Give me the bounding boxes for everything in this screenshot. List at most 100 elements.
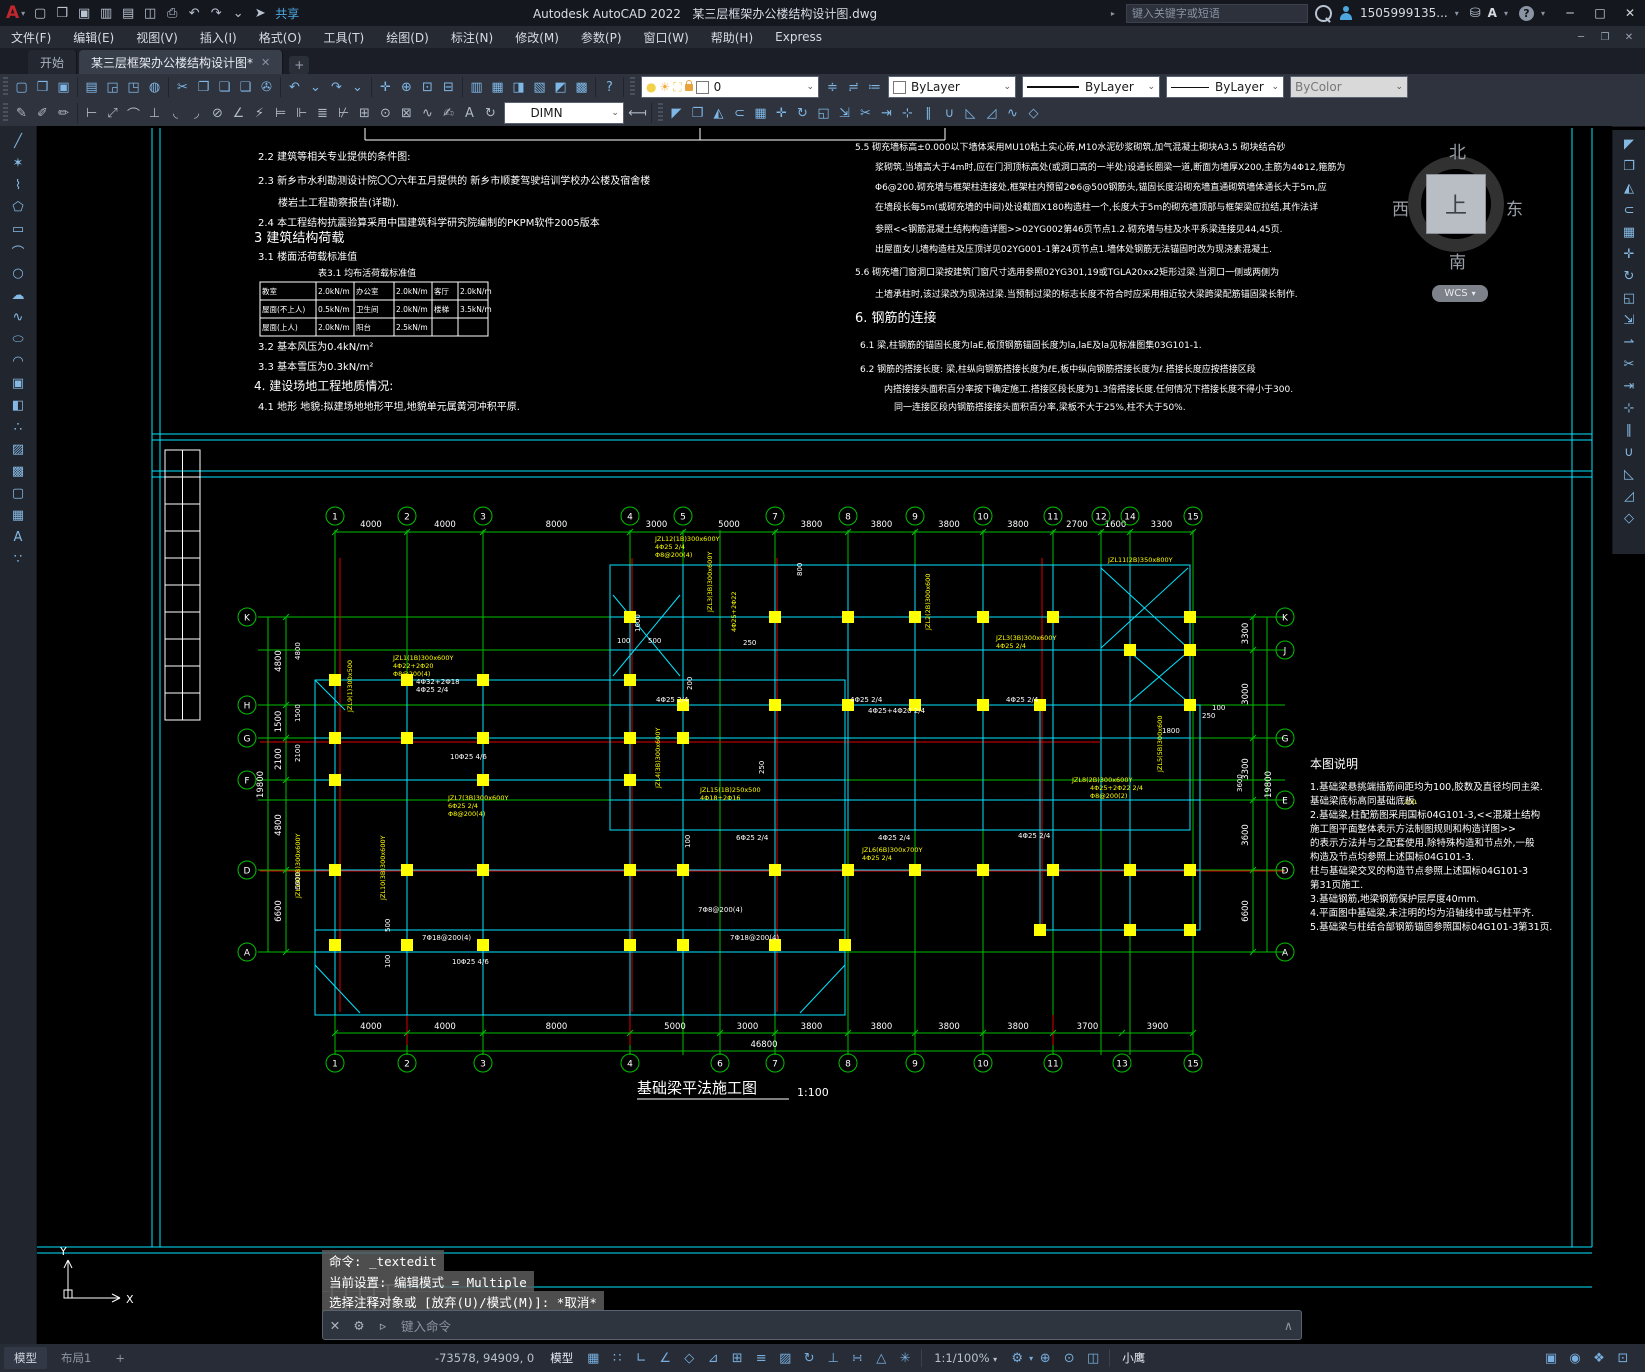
move-icon[interactable]: ✛ <box>1617 243 1641 265</box>
toolbar-grip[interactable] <box>630 77 635 97</box>
erase-icon[interactable]: ◤ <box>1617 133 1641 155</box>
hatch-icon[interactable]: ▨ <box>6 438 30 460</box>
app-drop-icon[interactable]: ▾ <box>1504 9 1508 18</box>
snap-icon[interactable]: ∷ <box>605 1347 629 1369</box>
blend-icon[interactable]: ∿ <box>1002 103 1023 124</box>
trim-icon[interactable]: ✂ <box>855 103 876 124</box>
layer-unlock-icon[interactable] <box>684 79 693 91</box>
menu-插入(I)[interactable]: 插入(I) <box>189 26 248 48</box>
insert-block-icon[interactable]: ▣ <box>6 372 30 394</box>
trim-icon[interactable]: ✂ <box>1617 353 1641 375</box>
viewcube-north[interactable]: 北 <box>1449 138 1466 163</box>
viewcube-west[interactable]: 西 <box>1392 195 1409 220</box>
join-icon[interactable]: ∪ <box>939 103 960 124</box>
otrack-icon[interactable]: ⊿ <box>701 1347 725 1369</box>
make-current-icon[interactable]: ≑ <box>822 77 843 98</box>
color-combo[interactable]: ByLayer ⌄ <box>888 76 1016 98</box>
ellipse-icon[interactable]: ⬭ <box>6 328 30 350</box>
lineweight-icon[interactable]: ≡ <box>749 1347 773 1369</box>
ime-indicator[interactable]: 小鹰 <box>1122 1350 1145 1366</box>
chevron-down-icon[interactable]: ⌄ <box>1265 82 1279 92</box>
point-style-icon[interactable]: ∵ <box>6 548 30 570</box>
model-space-button[interactable]: 模型 <box>550 1350 573 1366</box>
menu-Express[interactable]: Express <box>764 26 833 48</box>
polar-icon[interactable]: ∠ <box>653 1347 677 1369</box>
scale-icon[interactable]: ◱ <box>813 103 834 124</box>
menu-工具(T)[interactable]: 工具(T) <box>313 26 376 48</box>
copy-icon[interactable]: ❐ <box>1617 155 1641 177</box>
menu-窗口(W)[interactable]: 窗口(W) <box>633 26 700 48</box>
autoscale-icon[interactable]: ✳ <box>893 1347 917 1369</box>
mirror-icon[interactable]: ◭ <box>1617 177 1641 199</box>
rectangle-icon[interactable]: ▭ <box>6 218 30 240</box>
user-icon[interactable] <box>1339 6 1353 20</box>
move-icon[interactable]: ✛ <box>771 103 792 124</box>
break-point-icon[interactable]: ⊹ <box>1617 397 1641 419</box>
offset-icon[interactable]: ⊂ <box>729 103 750 124</box>
wcs-selector[interactable]: WCS ▾ <box>1432 285 1488 302</box>
stretch-icon[interactable]: ⇲ <box>834 103 855 124</box>
chevron-down-icon[interactable]: ⌄ <box>997 82 1011 92</box>
autodesk-app-icon[interactable]: A <box>1488 6 1497 20</box>
dim-arc-icon[interactable]: ⌒ <box>123 103 144 124</box>
account-drop-icon[interactable]: ▾ <box>1455 9 1459 18</box>
lineweight-combo[interactable]: ByLayer ⌄ <box>1166 76 1284 98</box>
erase-icon[interactable]: ◤ <box>666 103 687 124</box>
search-icon[interactable] <box>1314 4 1332 23</box>
chamfer-icon[interactable]: ◺ <box>1617 463 1641 485</box>
toolbar-grip[interactable] <box>3 103 8 123</box>
menu-视图(V)[interactable]: 视图(V) <box>125 26 189 48</box>
menu-绘图(D)[interactable]: 绘图(D) <box>375 26 440 48</box>
dim-space-icon[interactable]: ≣ <box>312 103 333 124</box>
mirror-icon[interactable]: ◭ <box>708 103 729 124</box>
menu-修改(M)[interactable]: 修改(M) <box>504 26 570 48</box>
polygon-icon[interactable]: ⬠ <box>6 196 30 218</box>
break-point-icon[interactable]: ⊹ <box>897 103 918 124</box>
linetype-combo[interactable]: ByLayer ⌄ <box>1022 76 1160 98</box>
isodraft-icon[interactable]: ◇ <box>677 1347 701 1369</box>
cut-icon[interactable]: ✂ <box>172 77 193 98</box>
array-icon[interactable]: ▦ <box>1617 221 1641 243</box>
menu-帮助(H)[interactable]: 帮助(H) <box>700 26 764 48</box>
account-label[interactable]: 1505999135... <box>1360 6 1448 20</box>
mtext-icon[interactable]: A <box>6 526 30 548</box>
rotate-icon[interactable]: ↻ <box>1617 265 1641 287</box>
doc-minimize-button[interactable]: ─ <box>1569 29 1593 45</box>
menu-参数(P)[interactable]: 参数(P) <box>570 26 633 48</box>
open-file-icon[interactable]: ❒ <box>51 3 73 23</box>
dim-continue-icon[interactable]: ⊩ <box>291 103 312 124</box>
paste-icon[interactable]: ❏ <box>214 77 235 98</box>
share-plane-icon[interactable]: ➤ <box>249 3 271 23</box>
preview-icon[interactable]: ◲ <box>102 77 123 98</box>
grid-icon[interactable]: ▦ <box>581 1347 605 1369</box>
annotation-monitor-icon[interactable]: ⊕ <box>1033 1347 1057 1369</box>
chamfer-icon[interactable]: ◺ <box>960 103 981 124</box>
scale-icon[interactable]: ◱ <box>1617 287 1641 309</box>
view-cube[interactable]: 北 西 东 南 上 <box>1392 143 1523 273</box>
tab-close-icon[interactable]: ✕ <box>261 56 270 69</box>
layout1-tab[interactable]: 布局1 <box>51 1347 102 1369</box>
lengthen-icon[interactable]: ⇀ <box>1617 331 1641 353</box>
fillet-icon[interactable]: ◿ <box>1617 485 1641 507</box>
close-button[interactable]: ✕ <box>1615 2 1645 24</box>
zoom-window-icon[interactable]: ⊡ <box>417 77 438 98</box>
viewcube-east[interactable]: 东 <box>1506 195 1523 220</box>
pan-icon[interactable]: ✛ <box>375 77 396 98</box>
share-button[interactable]: 共享 <box>275 5 299 22</box>
gradient-icon[interactable]: ▩ <box>6 460 30 482</box>
annotation-scale-button[interactable]: 1:1/100% ▾ <box>934 1351 997 1365</box>
dim-baseline-icon[interactable]: ⊨ <box>270 103 291 124</box>
undo-icon[interactable]: ↶ <box>284 77 305 98</box>
plot-icon[interactable]: ▤ <box>117 3 139 23</box>
copy-base-icon[interactable]: ❑ <box>235 77 256 98</box>
explode-icon[interactable]: ◇ <box>1617 507 1641 529</box>
circle-icon[interactable]: ○ <box>6 262 30 284</box>
graphics-performance-icon[interactable]: ❖ <box>1587 1347 1611 1369</box>
copy-clip-icon[interactable]: ❐ <box>193 77 214 98</box>
stretch-icon[interactable]: ⇲ <box>1617 309 1641 331</box>
recent-commands-icon[interactable]: ▹ <box>371 1318 395 1333</box>
osnap-icon[interactable]: ⊞ <box>725 1347 749 1369</box>
dynamic-ucs-icon[interactable]: ⊥ <box>821 1347 845 1369</box>
zoom-realtime-icon[interactable]: ⊕ <box>396 77 417 98</box>
construction-line-icon[interactable]: ✶ <box>6 152 30 174</box>
